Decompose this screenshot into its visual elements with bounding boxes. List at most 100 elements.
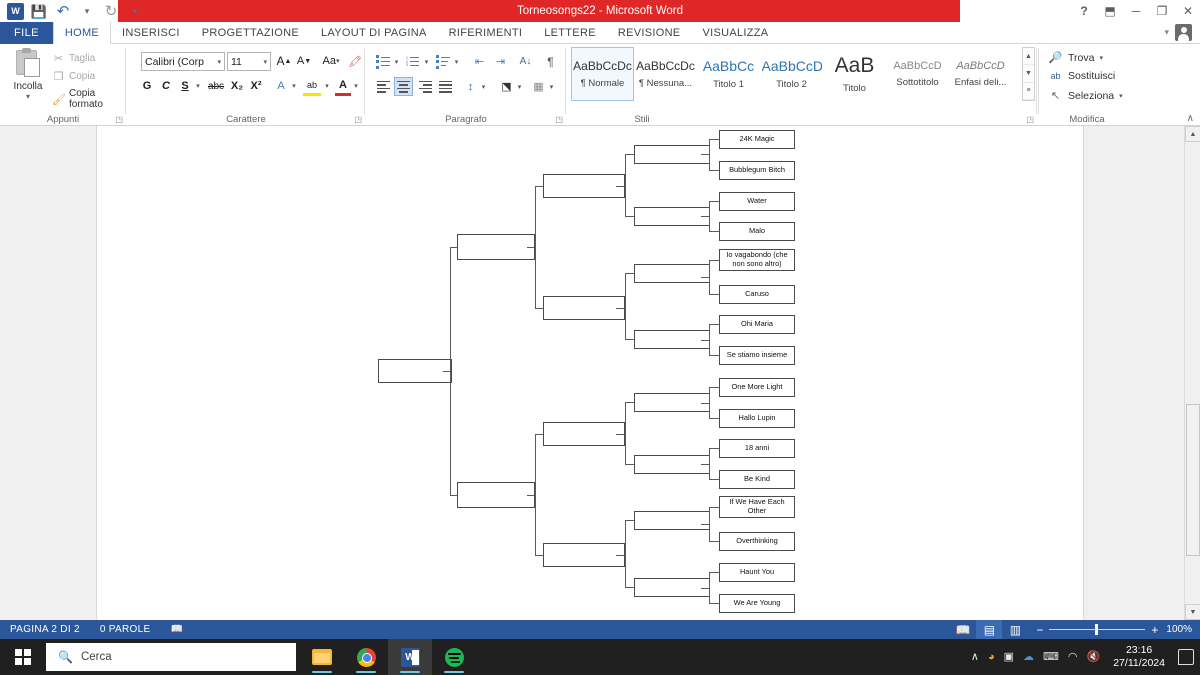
- underline-button[interactable]: S: [177, 76, 193, 96]
- collapse-ribbon-button[interactable]: ∧: [1187, 113, 1194, 124]
- font-color-icon[interactable]: A: [335, 76, 351, 96]
- justify-icon[interactable]: [436, 77, 455, 96]
- line-spacing-dropdown-icon[interactable]: ▾: [479, 77, 488, 96]
- bracket-team-box[interactable]: If We Have Each Other: [719, 496, 795, 518]
- avatar[interactable]: [1175, 24, 1192, 41]
- italic-button[interactable]: C: [158, 76, 174, 96]
- font-color-dropdown-icon[interactable]: ▾: [351, 76, 361, 96]
- tab-layout-di-pagina[interactable]: LAYOUT DI PAGINA: [310, 22, 438, 44]
- read-mode-button[interactable]: 📖: [950, 620, 976, 639]
- bracket-team-box[interactable]: One More Light: [719, 378, 795, 397]
- change-case-button[interactable]: Aa ▾: [319, 51, 343, 71]
- find-dropdown-icon[interactable]: ▾: [1099, 54, 1103, 62]
- strikethrough-button[interactable]: abc: [205, 76, 227, 96]
- borders-icon[interactable]: ▦: [530, 77, 547, 96]
- restore-button[interactable]: ❐: [1154, 4, 1170, 18]
- style-sottotitolo[interactable]: AaBbCcD Sottotitolo: [886, 47, 949, 101]
- bracket-quarterfinal-box[interactable]: [634, 145, 710, 164]
- multilevel-list-dropdown-icon[interactable]: ▾: [452, 52, 461, 71]
- tab-riferimenti[interactable]: RIFERIMENTI: [438, 22, 534, 44]
- taskbar-file-explorer[interactable]: [300, 639, 344, 675]
- document-page[interactable]: 24K Magic Bubblegum Bitch Water Malo Io …: [96, 126, 1084, 620]
- highlight-color-icon[interactable]: ab: [303, 76, 321, 96]
- word-count[interactable]: 0 PAROLE: [90, 624, 161, 635]
- align-left-icon[interactable]: [374, 77, 393, 96]
- zoom-out-button[interactable]: −: [1036, 623, 1043, 637]
- underline-dropdown-icon[interactable]: ▾: [193, 76, 203, 96]
- tab-revisione[interactable]: REVISIONE: [607, 22, 692, 44]
- camera-icon[interactable]: ▣: [1004, 651, 1014, 663]
- tab-home[interactable]: HOME: [52, 22, 112, 44]
- bracket-team-box[interactable]: Be Kind: [719, 470, 795, 489]
- zoom-in-button[interactable]: +: [1151, 623, 1158, 637]
- shading-icon[interactable]: ⬔: [498, 77, 515, 96]
- bracket-team-box[interactable]: 18 anni: [719, 439, 795, 458]
- text-effects-icon[interactable]: A: [273, 76, 289, 96]
- show-formatting-marks-icon[interactable]: ¶: [542, 52, 559, 71]
- bracket-team-box[interactable]: Hallo Lupin: [719, 409, 795, 428]
- decrease-indent-icon[interactable]: ⇤: [470, 52, 489, 71]
- chevron-down-icon[interactable]: ▾: [260, 58, 270, 66]
- volume-muted-icon[interactable]: 🔇: [1087, 651, 1101, 663]
- bullet-list-icon[interactable]: [374, 52, 391, 71]
- clipboard-dialog-launcher[interactable]: ◳: [115, 115, 123, 124]
- line-spacing-icon[interactable]: ↕: [462, 77, 479, 96]
- tab-file[interactable]: FILE: [0, 22, 53, 44]
- borders-dropdown-icon[interactable]: ▾: [547, 77, 556, 96]
- shading-dropdown-icon[interactable]: ▾: [515, 77, 524, 96]
- bracket-team-box[interactable]: Se stiamo insieme: [719, 346, 795, 365]
- select-button[interactable]: ↖ Seleziona ▾: [1048, 89, 1123, 103]
- bracket-final-box[interactable]: [457, 234, 535, 260]
- bracket-team-box[interactable]: Overthinking: [719, 532, 795, 551]
- increase-indent-icon[interactable]: ⇥: [491, 52, 510, 71]
- help-button[interactable]: ?: [1076, 4, 1092, 18]
- zoom-thumb[interactable]: [1095, 624, 1099, 635]
- style-titolo-1[interactable]: AaBbCc Titolo 1: [697, 47, 760, 101]
- bracket-team-box[interactable]: Caruso: [719, 285, 795, 304]
- show-hidden-icons-button[interactable]: ∧: [971, 651, 979, 663]
- bracket-quarterfinal-box[interactable]: [634, 511, 710, 530]
- bracket-quarterfinal-box[interactable]: [634, 455, 710, 474]
- style-titolo-2[interactable]: AaBbCcD Titolo 2: [760, 47, 823, 101]
- style-enfasi-delicata[interactable]: AaBbCcD Enfasi deli...: [949, 47, 1012, 101]
- tab-lettere[interactable]: LETTERE: [533, 22, 607, 44]
- print-layout-button[interactable]: ▤: [976, 620, 1003, 639]
- bracket-winner-box[interactable]: [378, 359, 452, 383]
- tab-inserisci[interactable]: INSERISCI: [111, 22, 191, 44]
- align-center-icon[interactable]: [394, 77, 413, 96]
- keyboard-layout-icon[interactable]: ⌨: [1043, 651, 1059, 663]
- superscript-button[interactable]: X²: [247, 76, 265, 96]
- bracket-team-box[interactable]: Bubblegum Bitch: [719, 161, 795, 180]
- styles-scroll-up-icon[interactable]: ▲: [1023, 48, 1034, 66]
- multilevel-list-icon[interactable]: [434, 52, 451, 71]
- web-layout-button[interactable]: ▥: [1002, 620, 1028, 639]
- bracket-quarterfinal-box[interactable]: [634, 207, 710, 226]
- select-dropdown-icon[interactable]: ▾: [1119, 92, 1123, 100]
- sort-icon[interactable]: A↓: [516, 52, 535, 71]
- bracket-quarterfinal-box[interactable]: [634, 264, 710, 283]
- scroll-up-icon[interactable]: ▲: [1185, 126, 1200, 142]
- tab-progettazione[interactable]: PROGETTAZIONE: [191, 22, 310, 44]
- wifi-icon[interactable]: ◠: [1068, 651, 1078, 663]
- font-dialog-launcher[interactable]: ◳: [354, 115, 362, 124]
- cut-button[interactable]: ✂ Taglia: [52, 52, 95, 65]
- taskbar-spotify[interactable]: [432, 639, 476, 675]
- ribbon-display-options-button[interactable]: ⬒: [1102, 4, 1118, 18]
- bracket-team-box[interactable]: 24K Magic: [719, 130, 795, 149]
- bracket-team-box[interactable]: Ohi Maria: [719, 315, 795, 334]
- bracket-quarterfinal-box[interactable]: [634, 393, 710, 412]
- notification-center-icon[interactable]: [1178, 649, 1194, 665]
- onedrive-icon[interactable]: ☁: [1023, 651, 1034, 663]
- page-info[interactable]: PAGINA 2 DI 2: [0, 624, 90, 635]
- numbered-list-dropdown-icon[interactable]: ▾: [422, 52, 431, 71]
- styles-more-icon[interactable]: ≡: [1023, 83, 1034, 100]
- close-button[interactable]: ✕: [1180, 4, 1196, 18]
- bracket-team-box[interactable]: Water: [719, 192, 795, 211]
- text-effects-dropdown-icon[interactable]: ▾: [289, 76, 299, 96]
- highlight-dropdown-icon[interactable]: ▾: [322, 76, 332, 96]
- bracket-team-box[interactable]: Haunt You: [719, 563, 795, 582]
- scroll-down-icon[interactable]: ▼: [1185, 604, 1200, 620]
- style-normale[interactable]: AaBbCcDc ¶ Normale: [571, 47, 634, 101]
- zoom-slider[interactable]: − +: [1036, 623, 1158, 637]
- styles-scrollbar[interactable]: ▲ ▼ ≡: [1022, 47, 1035, 101]
